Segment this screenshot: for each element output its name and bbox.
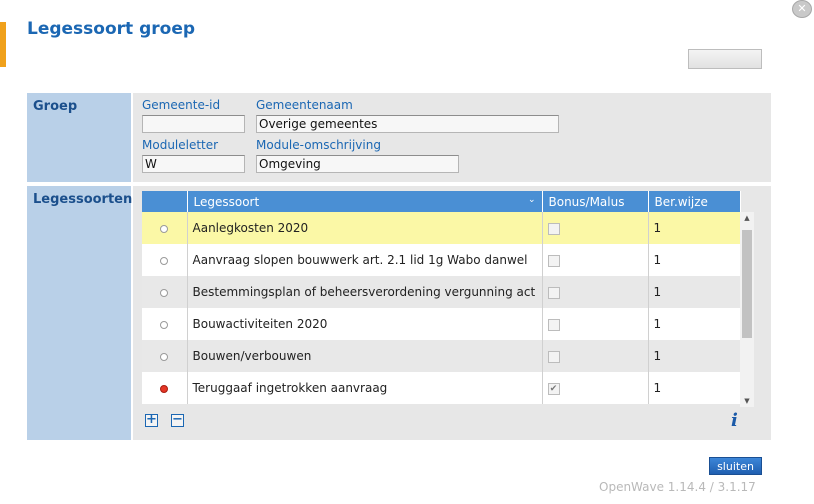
ber-wijze-cell: 1	[648, 212, 741, 244]
table-row[interactable]: Bouwen/verbouwen 1	[142, 340, 741, 372]
ber-wijze-cell: 1	[648, 372, 741, 404]
row-select-cell[interactable]	[142, 276, 188, 308]
close-dialog-icon[interactable]: ✕	[792, 0, 812, 18]
module-omschrijving-field[interactable]: Omgeving	[256, 155, 459, 173]
legessoort-cell: Aanlegkosten 2020	[187, 212, 543, 244]
info-icon[interactable]: i	[731, 410, 738, 431]
legessoorten-table: Legessoort ⌄ Bonus/Malus Ber.wijze Aanleg…	[142, 191, 741, 404]
table-row[interactable]: Aanvraag slopen bouwwerk art. 2.1 lid 1g…	[142, 244, 741, 276]
row-radio-icon[interactable]	[160, 320, 169, 329]
ber-wijze-cell: 1	[648, 244, 741, 276]
row-radio-icon[interactable]	[160, 224, 169, 233]
ber-wijze-cell: 1	[648, 308, 741, 340]
checkbox-icon[interactable]	[547, 286, 560, 299]
row-radio-icon[interactable]	[160, 384, 169, 393]
gemeente-id-field[interactable]	[142, 115, 245, 133]
scroll-down-arrow-icon[interactable]: ▼	[740, 395, 754, 407]
moduleletter-field[interactable]: W	[142, 155, 245, 173]
column-header-select	[142, 191, 188, 212]
checkbox-icon[interactable]	[547, 318, 560, 331]
legessoorten-section-label: Legessoorten	[27, 186, 132, 440]
column-header-ber-wijze[interactable]: Ber.wijze	[648, 191, 741, 212]
version-label: OpenWave 1.14.4 / 3.1.17	[599, 480, 756, 494]
column-header-label: Legessoort	[193, 194, 260, 209]
table-row[interactable]: Bouwactiviteiten 2020 1	[142, 308, 741, 340]
bonus-malus-cell	[542, 212, 649, 244]
groep-section-label: Groep	[27, 93, 131, 182]
bonus-malus-cell	[542, 308, 649, 340]
accent-bar	[0, 22, 6, 67]
table-row[interactable]: Aanlegkosten 2020 1	[142, 212, 741, 244]
module-omschrijving-label: Module-omschrijving	[256, 138, 381, 152]
legessoort-cell: Bouwactiviteiten 2020	[187, 308, 543, 340]
checkbox-checked-icon[interactable]: ✔	[547, 382, 560, 395]
checkbox-icon[interactable]	[547, 350, 560, 363]
row-select-cell[interactable]	[142, 212, 188, 244]
row-select-cell[interactable]	[142, 244, 188, 276]
bonus-malus-cell	[542, 340, 649, 372]
checkbox-icon[interactable]	[547, 222, 560, 235]
legessoort-cell: Aanvraag slopen bouwwerk art. 2.1 lid 1g…	[187, 244, 543, 276]
checkbox-icon[interactable]	[547, 254, 560, 267]
gemeente-id-label: Gemeente-id	[142, 98, 221, 112]
row-radio-icon[interactable]	[160, 352, 169, 361]
bonus-malus-cell	[542, 276, 649, 308]
legessoort-cell: Bestemmingsplan of beheersverordening ve…	[187, 276, 543, 308]
gemeentenaam-label: Gemeentenaam	[256, 98, 353, 112]
table-row[interactable]: Bestemmingsplan of beheersverordening ve…	[142, 276, 741, 308]
table-scrollbar[interactable]: ▲ ▼	[740, 212, 754, 407]
chevron-down-icon[interactable]: ⌄	[528, 195, 536, 205]
row-select-cell[interactable]	[142, 340, 188, 372]
gemeentenaam-field[interactable]: Overige gemeentes	[256, 115, 559, 133]
remove-row-icon[interactable]: −	[171, 413, 184, 427]
scroll-thumb[interactable]	[742, 230, 752, 338]
row-select-cell[interactable]	[142, 372, 188, 404]
table-header-row: Legessoort ⌄ Bonus/Malus Ber.wijze	[142, 191, 741, 212]
bonus-malus-cell: ✔	[542, 372, 649, 404]
ber-wijze-cell: 1	[648, 276, 741, 308]
legessoort-cell: Bouwen/verbouwen	[187, 340, 543, 372]
bonus-malus-cell	[542, 244, 649, 276]
column-header-bonus-malus[interactable]: Bonus/Malus	[542, 191, 649, 212]
row-radio-icon[interactable]	[160, 256, 169, 265]
page-title: Legessoort groep	[27, 19, 196, 39]
add-row-icon[interactable]: +	[145, 413, 158, 427]
sluiten-button[interactable]: sluiten	[709, 457, 762, 475]
moduleletter-label: Moduleletter	[142, 138, 219, 152]
scroll-up-arrow-icon[interactable]: ▲	[740, 212, 754, 224]
column-header-legessoort[interactable]: Legessoort ⌄	[187, 191, 543, 212]
table-row[interactable]: Teruggaaf ingetrokken aanvraag ✔ 1	[142, 372, 741, 404]
row-select-cell[interactable]	[142, 308, 188, 340]
row-radio-icon[interactable]	[160, 288, 169, 297]
legessoort-cell: Teruggaaf ingetrokken aanvraag	[187, 372, 543, 404]
ber-wijze-cell: 1	[648, 340, 741, 372]
toolbar-button[interactable]	[688, 49, 762, 69]
